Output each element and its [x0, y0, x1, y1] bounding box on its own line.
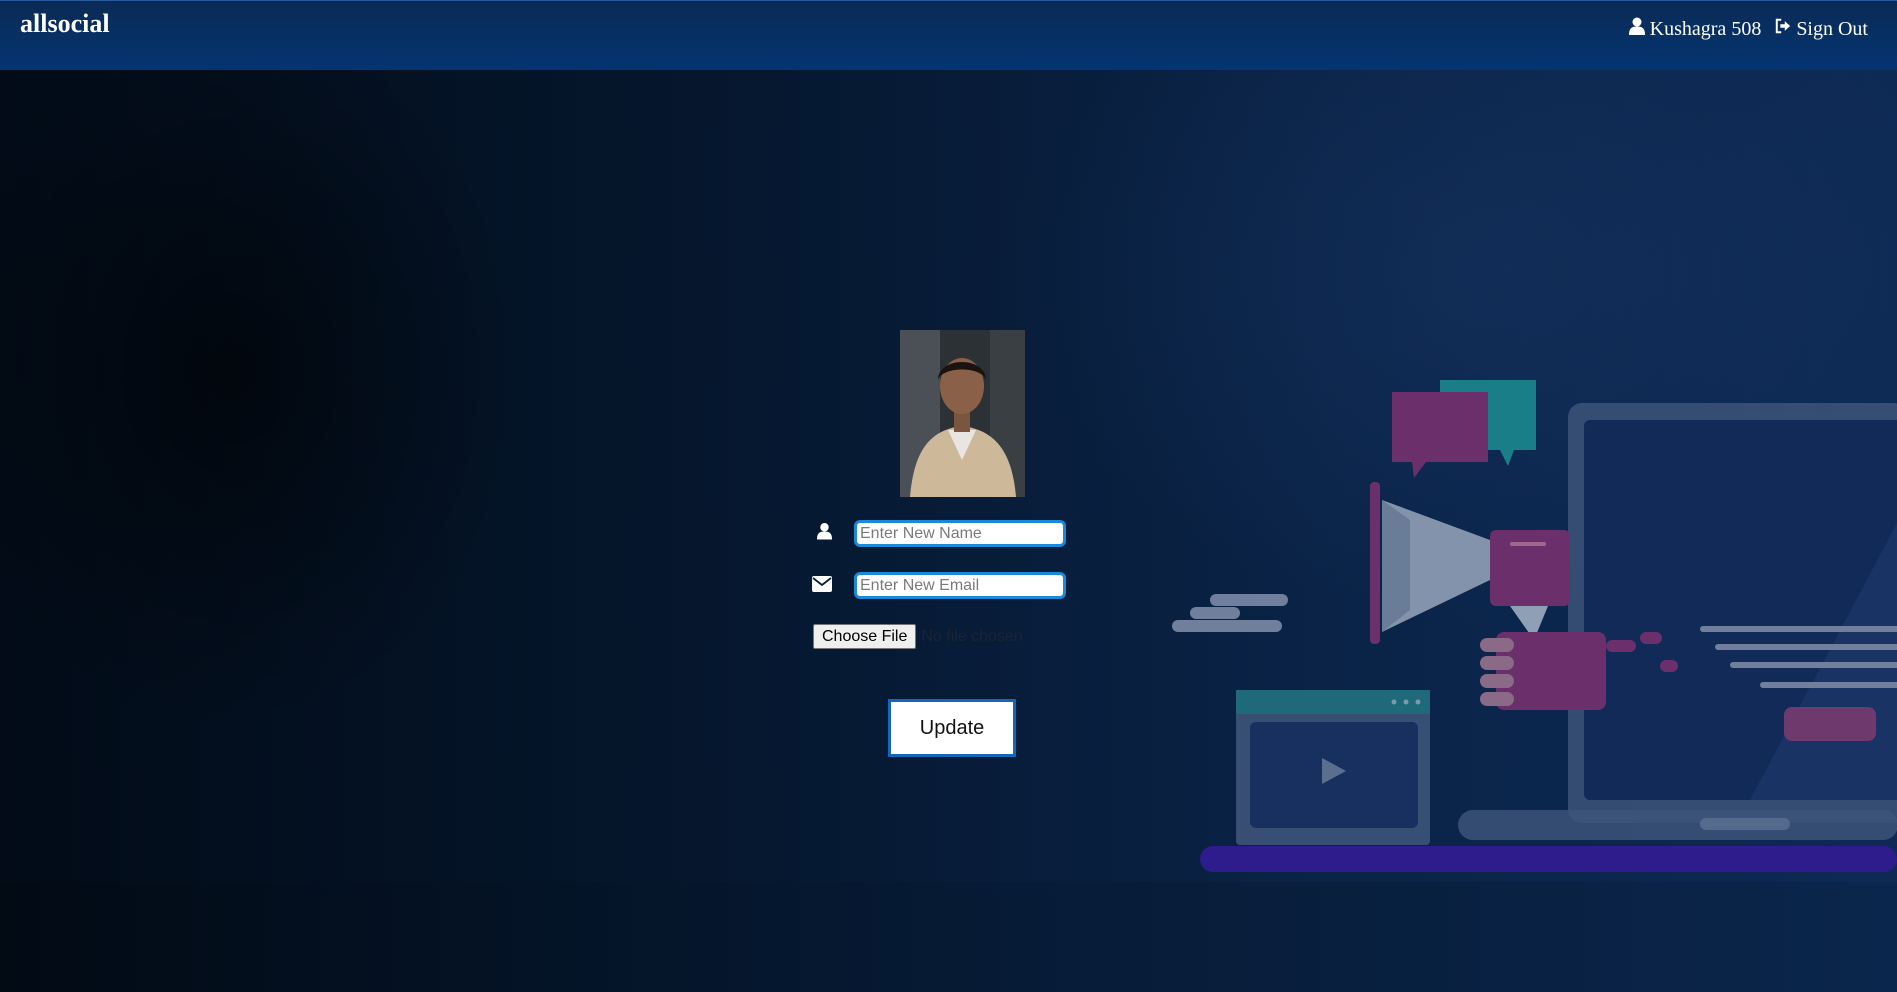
file-upload: Choose File No file chosen [813, 624, 1023, 649]
file-status: No file chosen [921, 627, 1023, 645]
choose-file-button[interactable]: Choose File [813, 624, 917, 649]
email-input[interactable] [854, 572, 1066, 599]
profile-photo [900, 330, 1025, 497]
profile-update-form: Choose File No file chosen Update [0, 0, 1897, 992]
name-input[interactable] [854, 520, 1066, 547]
envelope-icon [812, 576, 832, 592]
update-button[interactable]: Update [888, 699, 1016, 757]
user-icon [817, 522, 832, 540]
